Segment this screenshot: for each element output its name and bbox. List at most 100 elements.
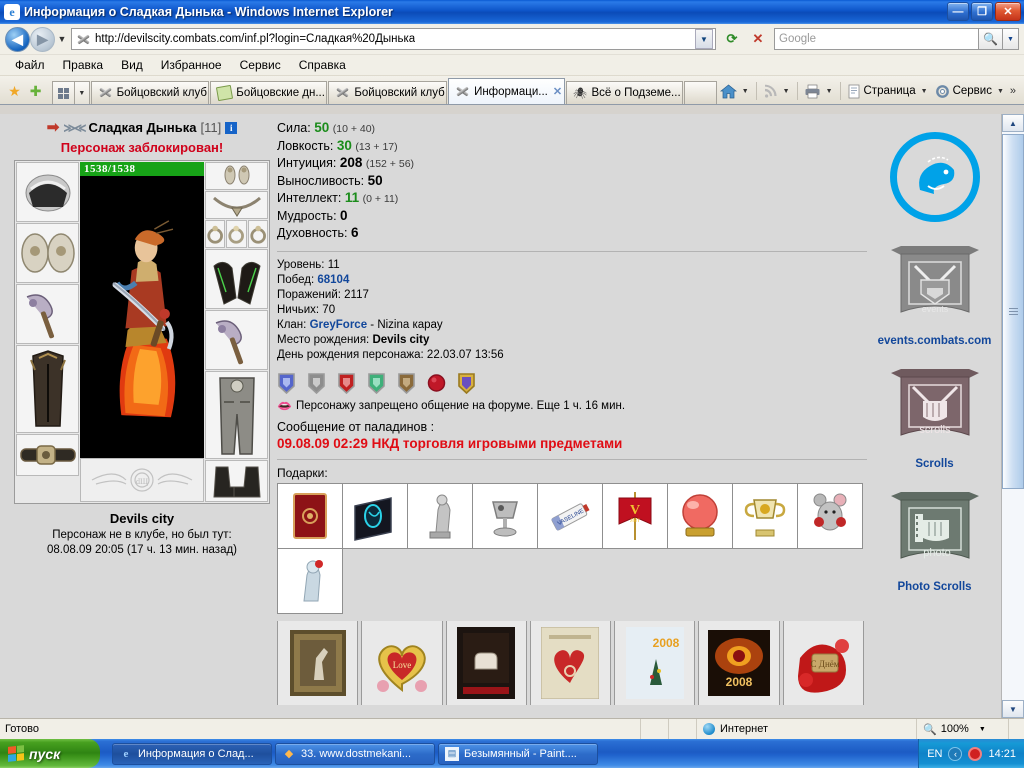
gift-vaseline-tube[interactable]: VASELINE bbox=[537, 482, 603, 549]
scroll-down-arrow-icon[interactable]: ▼ bbox=[1002, 700, 1024, 718]
show-hidden-icons-icon[interactable]: ‹ bbox=[948, 746, 963, 761]
stop-button[interactable]: ✕ bbox=[746, 28, 770, 51]
tools-menu-button[interactable]: Сервис bbox=[932, 84, 995, 99]
scrollbar-thumb[interactable] bbox=[1002, 134, 1024, 489]
quick-tabs-button[interactable] bbox=[52, 81, 76, 104]
home-button[interactable] bbox=[717, 84, 740, 99]
card-golden-love-heart[interactable]: Love bbox=[361, 620, 443, 705]
toolbar-overflow-icon[interactable]: » bbox=[1008, 85, 1020, 97]
taskbar-item-paint[interactable]: ▤ Безымянный - Paint.... bbox=[438, 742, 598, 765]
photo-scrolls-banner[interactable]: photo bbox=[885, 486, 985, 577]
gift-dark-book[interactable] bbox=[342, 482, 408, 549]
tab-vsyo-o-podzeme[interactable]: 🕷 Всё о Подземе... bbox=[565, 81, 684, 104]
resize-grip-icon[interactable] bbox=[1008, 718, 1024, 740]
badge-blue[interactable] bbox=[277, 372, 296, 395]
badge-gray[interactable] bbox=[307, 372, 326, 395]
search-input[interactable]: Google bbox=[774, 28, 979, 50]
address-bar[interactable]: http://devilscity.combats.com/inf.pl?log… bbox=[71, 28, 716, 50]
favorites-star-icon[interactable]: ★ bbox=[4, 78, 25, 104]
slot-armor[interactable] bbox=[16, 345, 79, 433]
events-banner[interactable]: events bbox=[885, 240, 985, 331]
add-to-favorites-icon[interactable]: ✚ bbox=[25, 78, 46, 104]
card-framed-unicorn-picture[interactable] bbox=[277, 620, 359, 705]
menu-item-file[interactable]: Файл bbox=[6, 56, 54, 74]
slot-ring-2[interactable] bbox=[226, 220, 247, 248]
slot-shoulders[interactable] bbox=[16, 223, 79, 283]
gift-red-book[interactable] bbox=[277, 482, 343, 549]
taskbar-item-ie[interactable]: e Информация о Слад... bbox=[112, 742, 272, 765]
tab-close-icon[interactable]: ✕ bbox=[553, 85, 562, 98]
slot-weapon-left[interactable] bbox=[16, 284, 79, 344]
slot-leggings[interactable] bbox=[205, 371, 268, 459]
menu-item-edit[interactable]: Правка bbox=[54, 56, 113, 74]
clock[interactable]: 14:21 bbox=[988, 748, 1016, 760]
zoom-caret-icon[interactable]: ▼ bbox=[979, 726, 986, 733]
events-banner-label[interactable]: events.combats.com bbox=[872, 335, 997, 347]
card-red-heart-poster[interactable] bbox=[529, 620, 612, 705]
security-zone[interactable]: Интернет bbox=[696, 718, 916, 740]
start-button[interactable]: пуск bbox=[0, 739, 100, 768]
menu-item-help[interactable]: Справка bbox=[290, 56, 355, 74]
minimize-button[interactable]: — bbox=[947, 2, 969, 21]
tools-caret-icon[interactable]: ▼ bbox=[995, 88, 1008, 95]
tab-boycovskiy-klub-2[interactable]: Бойцовский клуб bbox=[328, 81, 448, 104]
slot-gloves[interactable] bbox=[205, 249, 268, 309]
slot-necklace[interactable] bbox=[205, 191, 268, 219]
scrolls-banner[interactable]: scrolls bbox=[885, 363, 985, 454]
scroll-up-arrow-icon[interactable]: ▲ bbox=[1002, 114, 1024, 132]
taskbar-item-dostmekani[interactable]: ◆ 33. www.dostmekani... bbox=[275, 742, 435, 765]
forward-button[interactable]: ▶ bbox=[30, 26, 55, 52]
page-menu-button[interactable]: Страница bbox=[844, 84, 919, 99]
zoom-control[interactable]: 🔍 100% ▼ bbox=[916, 718, 1008, 740]
page-scrollbar-vertical[interactable]: ▲ ▼ bbox=[1001, 114, 1024, 718]
back-button[interactable]: ◀ bbox=[5, 26, 30, 52]
search-provider-caret[interactable]: ▼ bbox=[1003, 28, 1019, 50]
slot-helmet[interactable] bbox=[16, 162, 79, 222]
scrolls-banner-label[interactable]: Scrolls bbox=[872, 458, 997, 470]
slot-ring-1[interactable] bbox=[205, 220, 226, 248]
info-badge-icon[interactable]: i bbox=[225, 121, 238, 134]
maximize-button[interactable]: ❐ bbox=[971, 2, 993, 21]
slot-belt[interactable] bbox=[16, 434, 79, 476]
card-fire-2008[interactable]: 2008 bbox=[698, 620, 780, 705]
gift-silver-goblet[interactable] bbox=[472, 482, 538, 549]
badge-brown[interactable] bbox=[397, 372, 416, 395]
tab-list-caret[interactable]: ▼ bbox=[75, 81, 90, 104]
slot-weapon-right[interactable] bbox=[205, 310, 268, 370]
menu-item-favorites[interactable]: Избранное bbox=[152, 56, 231, 74]
close-button[interactable]: ✕ bbox=[995, 2, 1021, 21]
badge-gold-violet[interactable] bbox=[457, 372, 476, 395]
new-tab-button[interactable] bbox=[684, 81, 717, 104]
wins-value[interactable]: 68104 bbox=[317, 274, 349, 286]
tab-informacia[interactable]: Информаци... ✕ bbox=[448, 78, 565, 104]
card-winter-2008[interactable]: 2008 bbox=[614, 620, 696, 705]
address-dropdown-caret[interactable]: ▼ bbox=[695, 29, 713, 49]
gift-gold-cup[interactable] bbox=[732, 482, 798, 549]
card-dark-fist-poster[interactable] bbox=[445, 620, 527, 705]
gift-crystal-ball[interactable] bbox=[667, 482, 733, 549]
page-caret-icon[interactable]: ▼ bbox=[919, 88, 932, 95]
print-caret-icon[interactable]: ▼ bbox=[824, 88, 837, 95]
feeds-button[interactable] bbox=[760, 84, 781, 99]
combats-logo[interactable] bbox=[889, 132, 980, 222]
antivirus-tray-icon[interactable] bbox=[968, 746, 983, 761]
slot-earrings[interactable] bbox=[205, 162, 268, 190]
language-indicator[interactable]: EN bbox=[927, 748, 942, 760]
search-icon[interactable]: 🔍 bbox=[979, 28, 1003, 50]
photo-scrolls-banner-label[interactable]: Photo Scrolls bbox=[872, 581, 997, 593]
tab-boycovskiy-klub-1[interactable]: Бойцовский клуб bbox=[90, 81, 210, 104]
badge-red[interactable] bbox=[337, 372, 356, 395]
home-caret-icon[interactable]: ▼ bbox=[740, 88, 753, 95]
slot-boots[interactable] bbox=[205, 460, 268, 502]
refresh-button[interactable]: ⟳ bbox=[720, 28, 744, 51]
badge-green[interactable] bbox=[367, 372, 386, 395]
card-red-roses[interactable]: C Днём bbox=[782, 620, 864, 705]
clan-value[interactable]: GreyForce bbox=[310, 319, 368, 331]
gift-silver-statue[interactable] bbox=[407, 482, 473, 549]
gift-ice-figure[interactable] bbox=[277, 547, 343, 614]
menu-item-view[interactable]: Вид bbox=[112, 56, 152, 74]
badge-crimson[interactable] bbox=[427, 372, 446, 395]
history-dropdown-caret[interactable]: ▼ bbox=[55, 34, 69, 44]
menu-item-tools[interactable]: Сервис bbox=[231, 56, 290, 74]
gift-red-banner[interactable]: Vлет bbox=[602, 482, 668, 549]
